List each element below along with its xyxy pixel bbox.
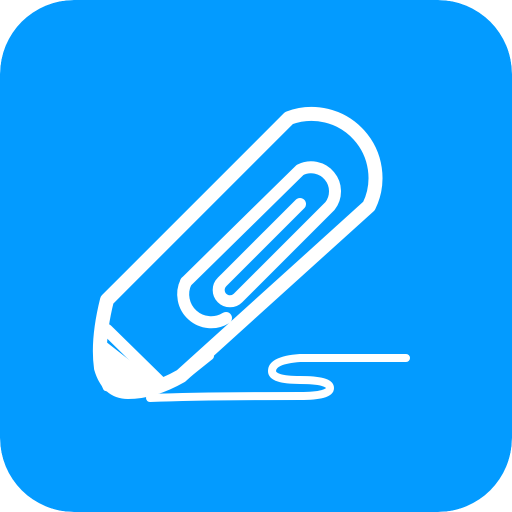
pencil-paperclip-signature-icon — [0, 0, 512, 512]
app-icon[interactable] — [0, 0, 512, 512]
